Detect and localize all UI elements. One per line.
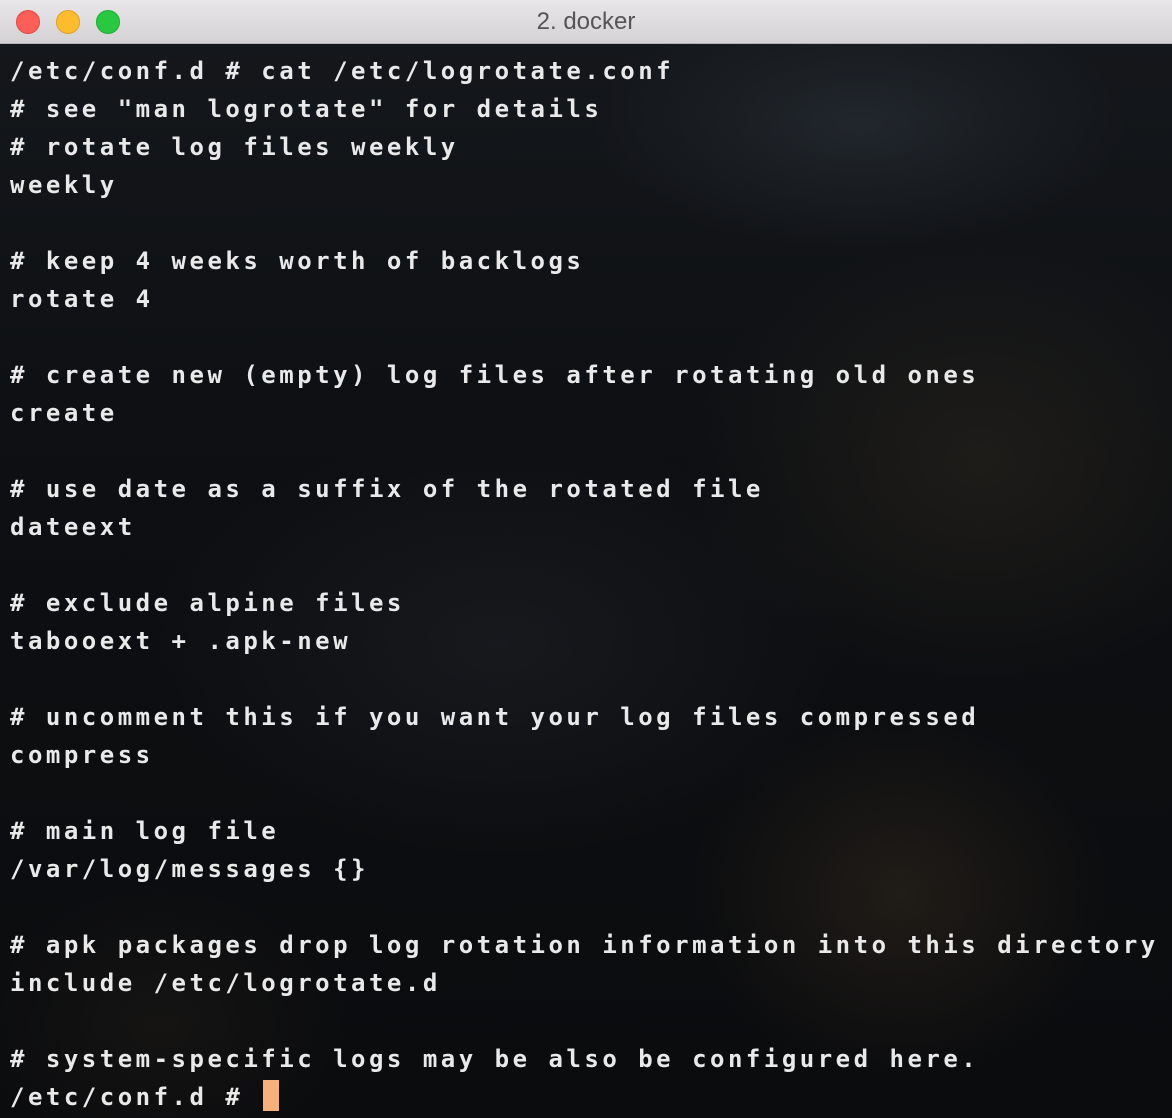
terminal-window: 2. docker /etc/conf.d # cat /etc/logrota… xyxy=(0,0,1172,1118)
line-15: # exclude alpine files xyxy=(10,589,405,617)
line-8 xyxy=(10,318,1159,356)
line-11 xyxy=(10,432,1159,470)
shell-prompt: /etc/conf.d # xyxy=(10,1083,262,1111)
line-7: rotate 4 xyxy=(10,285,154,313)
line-1: /etc/conf.d # cat /etc/logrotate.conf xyxy=(10,57,675,85)
line-18: # uncomment this if you want your log fi… xyxy=(10,703,980,731)
line-24: # apk packages drop log rotation informa… xyxy=(10,931,1159,959)
text-cursor xyxy=(263,1080,280,1111)
line-21: # main log file xyxy=(10,817,280,845)
line-12: # use date as a suffix of the rotated fi… xyxy=(10,475,764,503)
line-13: dateext xyxy=(10,513,136,541)
line-19: compress xyxy=(10,741,154,769)
line-17 xyxy=(10,660,1159,698)
line-14 xyxy=(10,546,1159,584)
line-3: # rotate log files weekly xyxy=(10,133,459,161)
line-27: # system-specific logs may be also be co… xyxy=(10,1045,980,1073)
terminal-output-area[interactable]: /etc/conf.d # cat /etc/logrotate.conf # … xyxy=(0,44,1172,1118)
line-6: # keep 4 weeks worth of backlogs xyxy=(10,247,585,275)
line-2: # see "man logrotate" for details xyxy=(10,95,603,123)
prompt-line[interactable]: /etc/conf.d # xyxy=(10,1078,1159,1116)
line-23 xyxy=(10,888,1159,926)
terminal-lines: /etc/conf.d # cat /etc/logrotate.conf # … xyxy=(10,52,1159,1116)
line-22: /var/log/messages {} xyxy=(10,855,369,883)
window-title: 2. docker xyxy=(536,8,636,35)
line-5 xyxy=(10,204,1159,242)
title-bar[interactable]: 2. docker xyxy=(0,0,1172,44)
line-16: tabooext + .apk-new xyxy=(10,627,352,655)
line-26 xyxy=(10,1002,1159,1040)
line-10: create xyxy=(10,399,118,427)
line-9: # create new (empty) log files after rot… xyxy=(10,361,980,389)
line-25: include /etc/logrotate.d xyxy=(10,969,441,997)
line-20 xyxy=(10,774,1159,812)
line-4: weekly xyxy=(10,171,118,199)
